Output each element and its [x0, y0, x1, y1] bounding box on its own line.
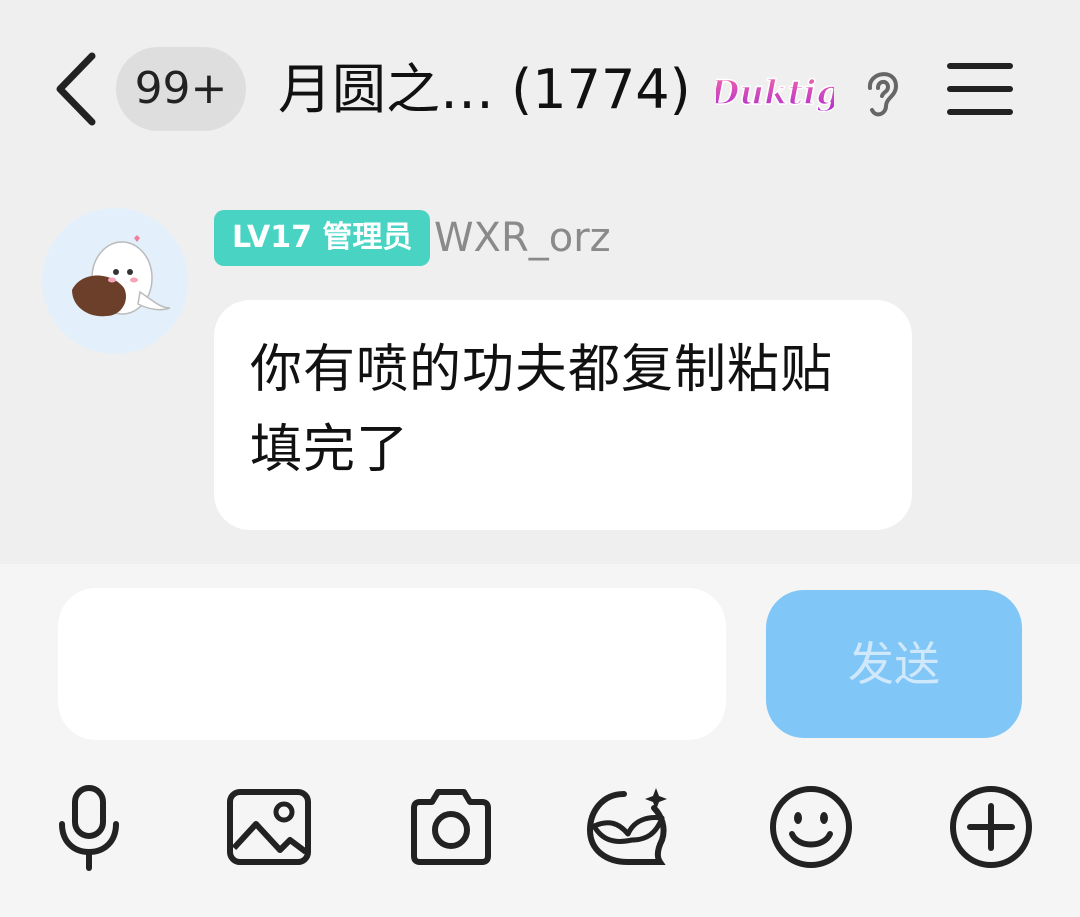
- mask-sticker-icon[interactable]: [584, 782, 674, 872]
- menu-button[interactable]: [944, 60, 1016, 118]
- microphone-icon[interactable]: [44, 782, 134, 872]
- message-bubble[interactable]: 你有喷的功夫都复制粘贴填完了: [214, 300, 912, 530]
- composer-area: 发送: [0, 564, 1080, 917]
- image-icon[interactable]: [224, 782, 314, 872]
- chat-title[interactable]: 月圆之… (1774): [278, 52, 691, 128]
- emoji-icon[interactable]: [766, 782, 856, 872]
- message-input[interactable]: [58, 588, 726, 740]
- sender-name[interactable]: WXR_orz: [434, 212, 611, 264]
- back-button[interactable]: [48, 50, 104, 128]
- camera-icon[interactable]: [406, 782, 496, 872]
- send-button[interactable]: 发送: [766, 590, 1022, 738]
- chat-header: 99+ 月圆之… (1774) Duktig: [0, 0, 1080, 180]
- avatar[interactable]: [42, 208, 188, 354]
- brand-logo: Duktig: [708, 60, 841, 122]
- plus-icon[interactable]: [946, 782, 1036, 872]
- level-badge: LV17 管理员: [214, 210, 431, 266]
- hamburger-menu-icon: [947, 63, 1013, 115]
- chevron-left-icon: [56, 52, 96, 126]
- unread-count-badge[interactable]: 99+: [116, 47, 246, 131]
- svg-text:Duktig: Duktig: [716, 73, 834, 113]
- ear-icon[interactable]: [858, 62, 906, 122]
